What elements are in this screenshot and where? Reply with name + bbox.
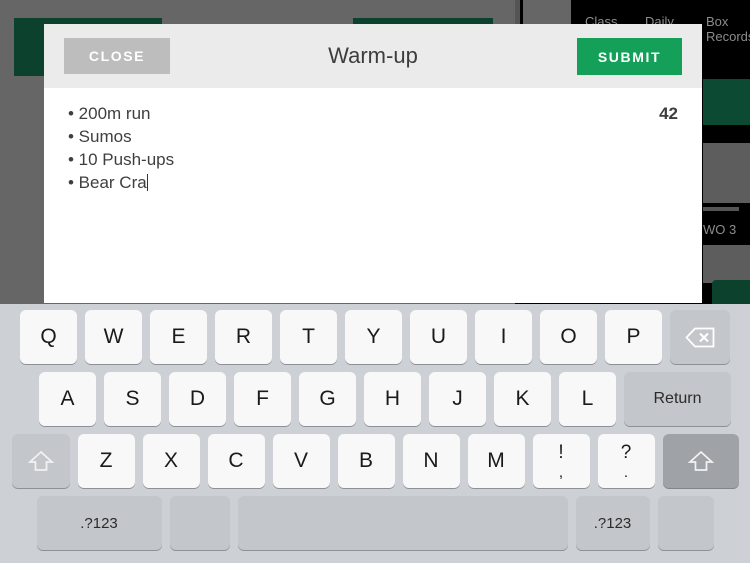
- key-n[interactable]: N: [402, 434, 460, 488]
- key-v[interactable]: V: [272, 434, 330, 488]
- key-j[interactable]: J: [429, 372, 486, 426]
- screen: Class Daily Box Records WO 3 CLOSE Warm-…: [0, 0, 750, 563]
- key-t[interactable]: T: [280, 310, 337, 364]
- key-l[interactable]: L: [559, 372, 616, 426]
- numeric-switch-left[interactable]: .?123: [36, 496, 162, 550]
- key-s[interactable]: S: [104, 372, 161, 426]
- bg-green-card-right: [703, 79, 750, 125]
- key-d[interactable]: D: [169, 372, 226, 426]
- modal-body: 42 • 200m run • Sumos • 10 Push-ups • Be…: [44, 88, 702, 303]
- key-o[interactable]: O: [540, 310, 597, 364]
- keyboard-row-4: .?123 .?123: [0, 496, 750, 550]
- key-f[interactable]: F: [234, 372, 291, 426]
- bg-divider-right: [703, 207, 739, 211]
- key-z[interactable]: Z: [77, 434, 135, 488]
- bg-green-card-bottom: [712, 280, 750, 304]
- key-a[interactable]: A: [39, 372, 96, 426]
- key-h[interactable]: H: [364, 372, 421, 426]
- workout-text-input[interactable]: • 200m run • Sumos • 10 Push-ups • Bear …: [68, 102, 628, 194]
- text-caret: [146, 174, 148, 191]
- blank-key-right[interactable]: [657, 496, 714, 550]
- key-w[interactable]: W: [85, 310, 142, 364]
- bg-gray-card-1: [703, 143, 750, 203]
- key-x[interactable]: X: [142, 434, 200, 488]
- return-key[interactable]: Return: [624, 372, 731, 426]
- key-b[interactable]: B: [337, 434, 395, 488]
- key-exclamation-label: !: [558, 441, 564, 463]
- key-r[interactable]: R: [215, 310, 272, 364]
- key-i[interactable]: I: [475, 310, 532, 364]
- shift-right-icon[interactable]: [662, 434, 739, 488]
- key-question-period[interactable]: ? .: [597, 434, 655, 488]
- key-p[interactable]: P: [605, 310, 662, 364]
- keyboard-row-3: Z X C V B N M ! , ? .: [0, 434, 750, 488]
- bg-gray-card-2: [703, 245, 750, 283]
- numeric-switch-right[interactable]: .?123: [575, 496, 650, 550]
- key-e[interactable]: E: [150, 310, 207, 364]
- workout-text-value: • 200m run • Sumos • 10 Push-ups • Bear …: [68, 104, 175, 192]
- key-k[interactable]: K: [494, 372, 551, 426]
- key-exclamation-comma[interactable]: ! ,: [532, 434, 590, 488]
- bg-label-wo: WO 3: [703, 222, 737, 237]
- key-comma-label: ,: [558, 463, 564, 481]
- space-key[interactable]: [237, 496, 568, 550]
- keyboard-row-1: Q W E R T Y U I O P: [0, 310, 750, 364]
- key-y[interactable]: Y: [345, 310, 402, 364]
- key-c[interactable]: C: [207, 434, 265, 488]
- warmup-modal: CLOSE Warm-up SUBMIT 42 • 200m run • Sum…: [44, 24, 702, 303]
- key-m[interactable]: M: [467, 434, 525, 488]
- key-q[interactable]: Q: [20, 310, 77, 364]
- onscreen-keyboard: Q W E R T Y U I O P A S D F G H J K L Re…: [0, 304, 750, 563]
- shift-left-icon[interactable]: [11, 434, 70, 488]
- key-question-label: ?: [620, 441, 632, 463]
- blank-key-left[interactable]: [169, 496, 230, 550]
- key-u[interactable]: U: [410, 310, 467, 364]
- backspace-icon[interactable]: [670, 310, 730, 364]
- submit-button[interactable]: SUBMIT: [577, 38, 682, 75]
- character-counter: 42: [659, 104, 678, 123]
- key-g[interactable]: G: [299, 372, 356, 426]
- keyboard-row-2: A S D F G H J K L Return: [0, 372, 750, 426]
- bg-tab-box-records[interactable]: Box Records: [706, 14, 750, 44]
- modal-header: CLOSE Warm-up SUBMIT: [44, 24, 702, 88]
- key-period-label: .: [623, 463, 629, 481]
